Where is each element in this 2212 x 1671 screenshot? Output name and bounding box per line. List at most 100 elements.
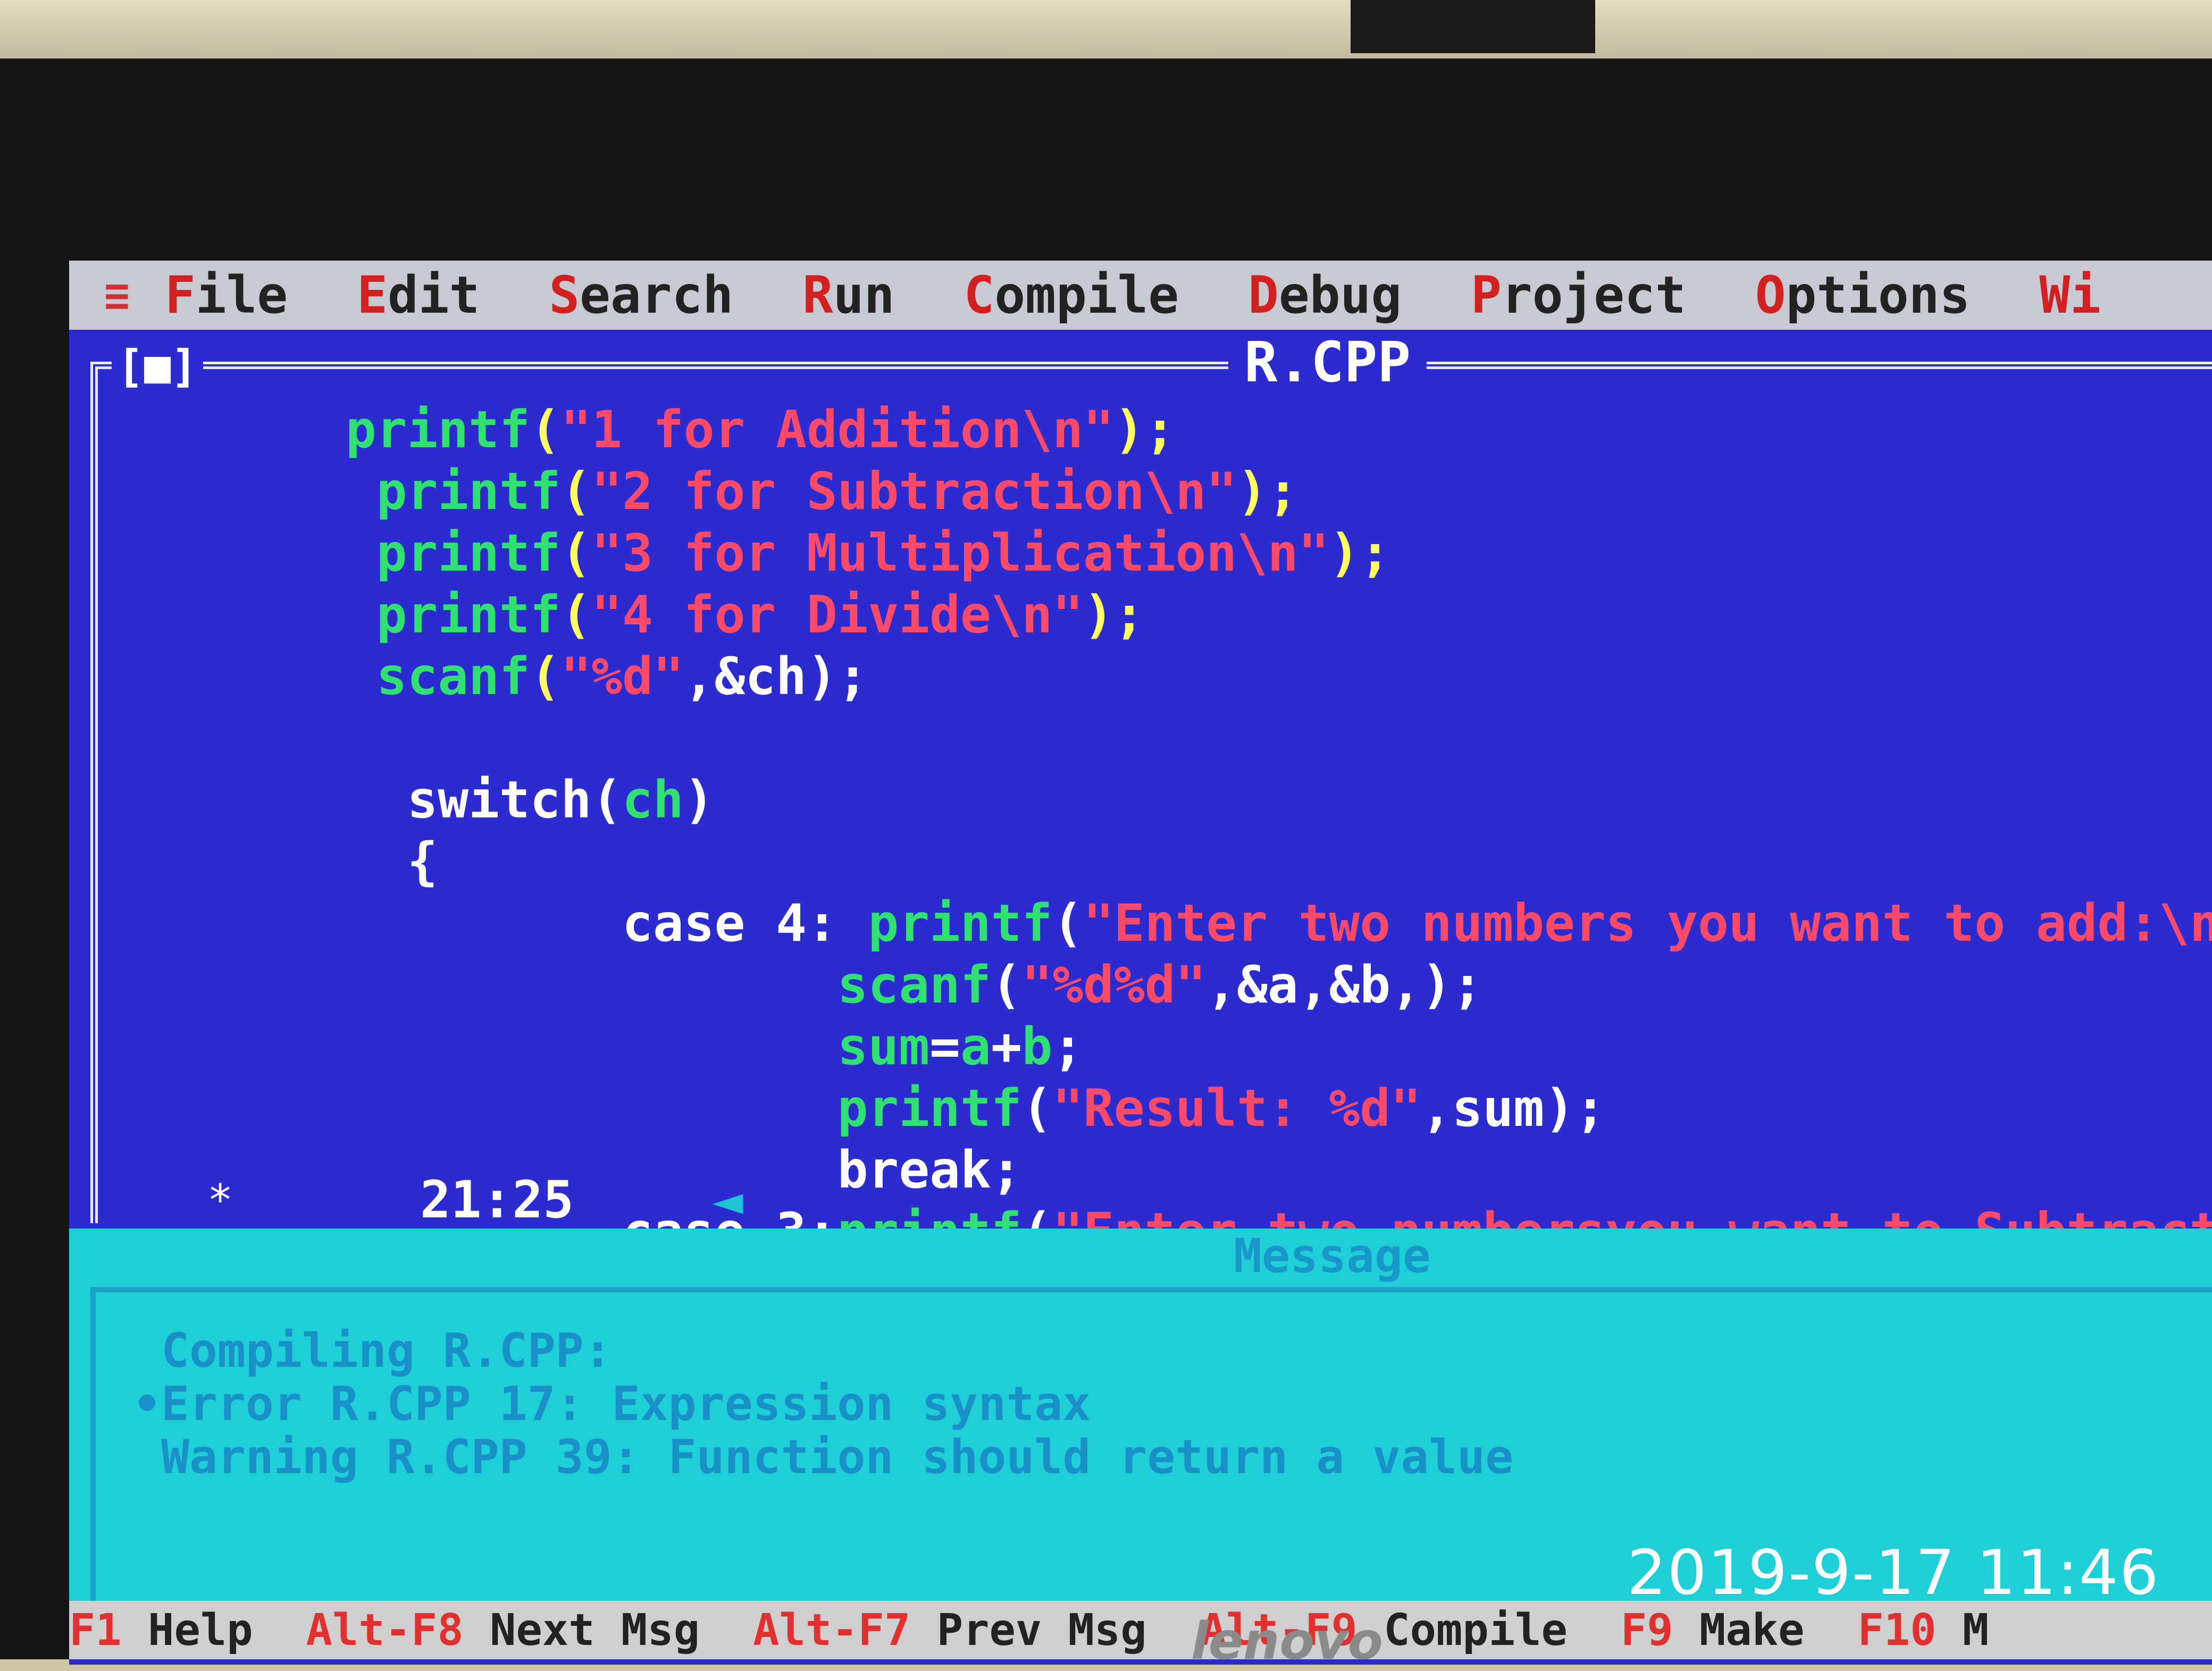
menu-label: ompile [994, 265, 1179, 325]
code-area[interactable]: printf("1 for Addition\n"); printf("2 fo… [346, 399, 2212, 1263]
monitor-bezel: ≡ File Edit Search Run Compile Debug Project Op… [0, 59, 2212, 1665]
code-token: "1 for Addition\n" [560, 400, 1114, 459]
code-token: ); [1237, 462, 1298, 521]
menu-hotkey: O [1755, 265, 1786, 325]
code-line: scanf("%d%d",&a,&b,); [346, 954, 2212, 1016]
code-token: printf [346, 462, 561, 521]
code-token: ch [622, 770, 684, 830]
message-line[interactable]: Warning R.CPP 39: Function should return… [133, 1431, 1513, 1484]
menu-item[interactable]: Run [802, 265, 894, 325]
system-menu-icon[interactable]: ≡ [69, 271, 165, 320]
help-entry[interactable]: F9 Make [1621, 1605, 1805, 1656]
code-token: ) [683, 770, 715, 830]
code-token: "3 for Multiplication\n" [591, 523, 1329, 583]
menu-hotkey: Wi [2039, 265, 2101, 325]
code-line: printf("2 for Subtraction\n"); [346, 461, 2212, 522]
menu-label: ebug [1278, 265, 1402, 325]
resize-corner-icon[interactable]: * [207, 1175, 233, 1225]
editor-status-line: * 21:25 ◄ [69, 1170, 2212, 1230]
code-token: printf [837, 1079, 1022, 1138]
message-list: Compiling R.CPP: •Error R.CPP 17: Express… [133, 1324, 1513, 1484]
help-bar: F1 Help Alt-F8 Next Msg Alt-F7 Prev Msg Alt… [69, 1601, 2212, 1659]
help-entry[interactable]: Alt-F8 Next Msg [306, 1605, 700, 1656]
help-entry[interactable]: Alt-F7 Prev Msg [753, 1605, 1147, 1656]
code-token: scanf [346, 647, 530, 706]
help-key: F9 [1620, 1605, 1673, 1656]
code-token: ( [560, 462, 592, 521]
help-label: Prev Msg [910, 1605, 1147, 1656]
menu-item[interactable]: Debug [1248, 265, 1402, 325]
code-token: ( [560, 585, 592, 645]
background-object [1351, 0, 1595, 53]
code-token: ( [560, 523, 592, 583]
menu-hotkey: C [963, 265, 995, 325]
help-key: Alt-F7 [753, 1605, 911, 1656]
code-line: printf("Result: %d",sum); [346, 1077, 2212, 1139]
editor-window: [■] R.CPP printf("1 for Addition\n"); pr… [69, 330, 2212, 1261]
ide-screen: ≡ File Edit Search Run Compile Debug Project Op… [69, 261, 2212, 1665]
code-line: case 4: printf("Enter two numbers you wa… [346, 892, 2212, 954]
code-token: { [346, 832, 438, 891]
code-token: ( [991, 955, 1022, 1015]
menu-item[interactable]: Search [549, 265, 733, 325]
code-token: ); [1113, 400, 1176, 459]
menu-label: ile [195, 265, 288, 325]
help-label: Help [121, 1605, 253, 1656]
code-token: + [991, 1017, 1022, 1076]
help-entry[interactable]: F1 Help [69, 1605, 253, 1656]
monitor-brand-logo: lenovo [1191, 1611, 1383, 1671]
menu-item[interactable]: Edit [357, 265, 480, 325]
code-token: printf [346, 523, 561, 583]
cursor-position: 21:25 [409, 1170, 584, 1230]
menu-label: dit [387, 265, 480, 325]
menu-label: roject [1501, 265, 1686, 325]
help-label: Next Msg [463, 1605, 700, 1656]
menu-label: earch [580, 265, 734, 325]
help-key: Alt-F8 [306, 1605, 464, 1656]
code-token: ); [1083, 585, 1145, 645]
message-line[interactable]: Compiling R.CPP: [133, 1324, 1513, 1377]
menu-label: ptions [1786, 265, 1971, 325]
menu-hotkey: S [549, 265, 580, 325]
close-box-icon[interactable]: [■] [112, 340, 203, 392]
help-key: F1 [69, 1605, 122, 1656]
code-line: { [346, 831, 2212, 892]
code-token: ,sum); [1421, 1079, 1606, 1138]
menu-item[interactable]: Wi [2039, 265, 2101, 325]
menu-hotkey: R [802, 265, 833, 325]
code-token: scanf [837, 955, 991, 1015]
menu-item[interactable]: Project [1471, 265, 1686, 325]
menu-hotkey: P [1471, 265, 1502, 325]
code-line: printf("1 for Addition\n"); [346, 399, 2212, 461]
code-token: ( [1021, 1079, 1053, 1138]
code-token: printf [346, 400, 530, 459]
scroll-left-arrow-icon[interactable]: ◄ [713, 1170, 743, 1230]
help-label: M [1936, 1605, 1989, 1656]
menu-bar: ≡ File Edit Search Run Compile Debug Project Op… [69, 261, 2212, 330]
menu-item[interactable]: Options [1755, 265, 1971, 325]
code-token: "%d" [560, 647, 684, 706]
code-token: switch( [346, 770, 623, 830]
code-token: "%d%d" [1021, 955, 1206, 1015]
message-line[interactable]: •Error R.CPP 17: Expression syntax [133, 1377, 1513, 1431]
menu-item[interactable]: Compile [964, 265, 1179, 325]
code-line: printf("4 for Divide\n"); [346, 584, 2212, 646]
code-token: ; [1052, 1017, 1084, 1076]
menu-item[interactable]: File [165, 265, 288, 325]
code-line: scanf("%d",&ch); [346, 646, 2212, 707]
message-title: Message [1223, 1229, 1442, 1283]
help-entry[interactable]: F10 M [1857, 1605, 1989, 1656]
code-line: sum=a+b; [346, 1016, 2212, 1077]
code-token: ); [1329, 523, 1391, 583]
code-token: = [929, 1017, 960, 1076]
code-token: printf [346, 585, 561, 645]
help-label: Make [1673, 1605, 1805, 1656]
code-token: "4 for Divide\n" [591, 585, 1084, 645]
code-token: "Result: %d" [1052, 1079, 1421, 1138]
code-token: ( [530, 647, 561, 706]
code-token: case 4: [346, 893, 868, 953]
code-token: "2 for Subtraction\n" [591, 462, 1237, 521]
